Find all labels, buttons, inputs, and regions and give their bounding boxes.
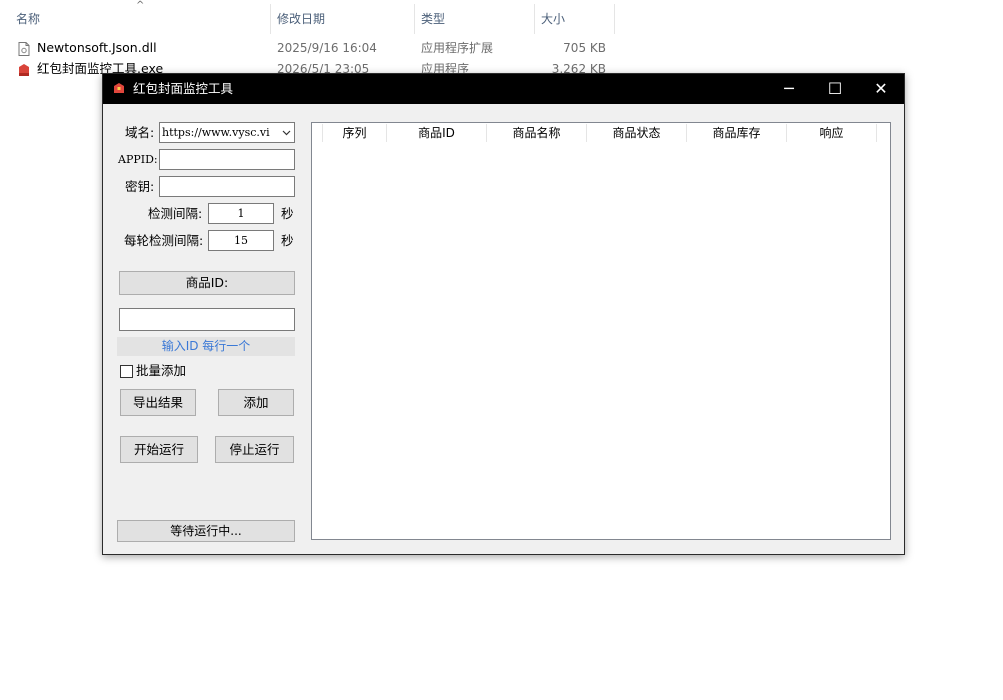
dll-file-icon bbox=[18, 41, 30, 56]
column-header-product-name[interactable]: 商品名称 bbox=[487, 124, 587, 142]
sort-ascending-icon: ^ bbox=[136, 0, 145, 11]
add-button[interactable]: 添加 bbox=[218, 389, 294, 416]
start-button[interactable]: 开始运行 bbox=[120, 436, 198, 463]
column-date-header[interactable]: 修改日期 bbox=[277, 6, 325, 32]
domain-label: 域名: bbox=[125, 125, 155, 140]
product-id-hint: 输入ID 每行一个 bbox=[117, 337, 295, 356]
file-explorer-list: ^ 名称 修改日期 类型 大小 Newtonsoft.Json.dll 2025… bbox=[0, 0, 1003, 80]
file-row[interactable]: Newtonsoft.Json.dll 2025/9/16 16:04 应用程序… bbox=[0, 37, 620, 59]
product-id-input[interactable] bbox=[119, 308, 295, 331]
app-window: 红包封面监控工具 ─ ☐ ✕ 域名: https://www.vysc.vi A… bbox=[102, 73, 905, 555]
file-size: 705 KB bbox=[563, 41, 606, 55]
export-results-button[interactable]: 导出结果 bbox=[120, 389, 196, 416]
batch-add-checkbox[interactable] bbox=[120, 365, 133, 378]
chevron-down-icon[interactable] bbox=[282, 123, 291, 142]
interval-input[interactable]: 1 bbox=[208, 203, 274, 224]
minimize-button[interactable]: ─ bbox=[766, 74, 812, 104]
secret-label: 密钥: bbox=[125, 179, 155, 194]
appid-input[interactable] bbox=[159, 149, 295, 170]
interval-unit: 秒 bbox=[281, 206, 294, 221]
table-header-spacer bbox=[313, 124, 323, 142]
column-header-index[interactable]: 序列 bbox=[323, 124, 387, 142]
appid-label: APPID: bbox=[118, 153, 158, 166]
column-separator[interactable] bbox=[270, 4, 271, 34]
round-interval-unit: 秒 bbox=[281, 233, 294, 248]
interval-label: 检测间隔: bbox=[148, 206, 203, 221]
column-name-header[interactable]: 名称 bbox=[16, 6, 40, 32]
title-bar[interactable]: 红包封面监控工具 ─ ☐ ✕ bbox=[103, 74, 904, 104]
column-separator[interactable] bbox=[414, 4, 415, 34]
status-button[interactable]: 等待运行中... bbox=[117, 520, 295, 542]
round-interval-label: 每轮检测间隔: bbox=[124, 233, 204, 248]
column-type-header[interactable]: 类型 bbox=[421, 6, 445, 32]
column-header-product-stock[interactable]: 商品库存 bbox=[687, 124, 787, 142]
maximize-button[interactable]: ☐ bbox=[812, 74, 858, 104]
file-date: 2025/9/16 16:04 bbox=[277, 41, 377, 55]
file-type: 应用程序扩展 bbox=[421, 41, 494, 55]
close-button[interactable]: ✕ bbox=[858, 74, 904, 104]
exe-file-icon bbox=[18, 62, 30, 76]
batch-add-label[interactable]: 批量添加 bbox=[136, 362, 186, 380]
round-interval-input[interactable]: 15 bbox=[208, 230, 274, 251]
column-header-response[interactable]: 响应 bbox=[787, 124, 877, 142]
results-table[interactable]: 序列 商品ID 商品名称 商品状态 商品库存 响应 bbox=[311, 122, 891, 540]
column-header-product-status[interactable]: 商品状态 bbox=[587, 124, 687, 142]
file-name: Newtonsoft.Json.dll bbox=[37, 40, 157, 55]
column-separator[interactable] bbox=[614, 4, 615, 34]
window-title: 红包封面监控工具 bbox=[133, 81, 234, 96]
column-separator[interactable] bbox=[534, 4, 535, 34]
stop-button[interactable]: 停止运行 bbox=[215, 436, 294, 463]
red-packet-app-icon bbox=[113, 82, 125, 94]
column-header-product-id[interactable]: 商品ID bbox=[387, 124, 487, 142]
domain-value: https://www.vysc.vi bbox=[162, 126, 270, 139]
column-size-header[interactable]: 大小 bbox=[541, 6, 565, 32]
domain-combobox[interactable]: https://www.vysc.vi bbox=[159, 122, 295, 143]
product-id-button[interactable]: 商品ID: bbox=[119, 271, 295, 295]
secret-input[interactable] bbox=[159, 176, 295, 197]
